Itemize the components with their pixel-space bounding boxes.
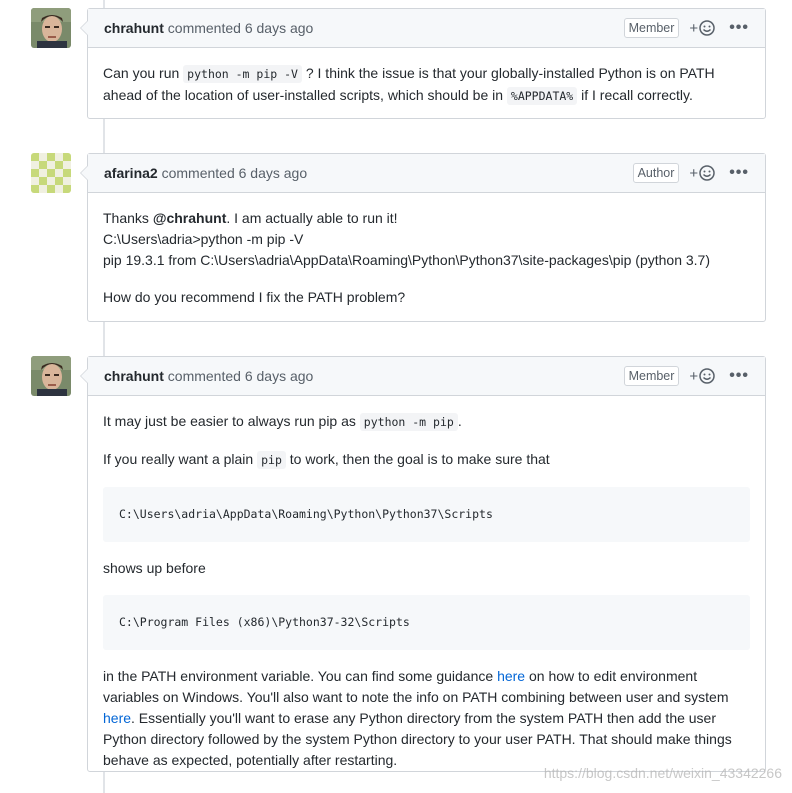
comment-body: It may just be easier to always run pip … xyxy=(88,396,765,783)
more-options-icon[interactable]: ••• xyxy=(729,164,749,182)
smiley-icon xyxy=(699,20,715,36)
code-block: C:\Users\adria\AppData\Roaming\Python\Py… xyxy=(103,487,750,542)
avatar-chrahunt[interactable] xyxy=(31,8,71,48)
inline-code: python -m pip -V xyxy=(183,65,302,83)
comment-author[interactable]: afarina2 xyxy=(104,165,158,181)
smiley-icon xyxy=(699,368,715,384)
more-options-icon[interactable]: ••• xyxy=(729,19,749,37)
comment-author[interactable]: chrahunt xyxy=(104,368,164,384)
user-mention[interactable]: @chrahunt xyxy=(153,210,227,226)
add-reaction-button[interactable]: + xyxy=(689,165,715,182)
plus-icon: + xyxy=(689,19,699,37)
guidance-link[interactable]: here xyxy=(497,668,525,684)
inline-code: python -m pip xyxy=(359,413,458,431)
comment-timestamp[interactable]: commented 6 days ago xyxy=(158,165,308,181)
inline-code: %APPDATA% xyxy=(506,87,578,105)
comment-timestamp[interactable]: commented 6 days ago xyxy=(164,368,314,384)
comment-box: afarina2 commented 6 days ago Author + •… xyxy=(80,153,766,322)
comment-header: chrahunt commented 6 days ago Member + •… xyxy=(88,9,765,48)
role-badge: Author xyxy=(632,163,680,183)
code-block: C:\Program Files (x86)\Python37-32\Scrip… xyxy=(103,595,750,650)
comment-header: chrahunt commented 6 days ago Member + •… xyxy=(88,357,765,396)
watermark: https://blog.csdn.net/weixin_43342266 xyxy=(543,765,782,781)
comment-timestamp[interactable]: commented 6 days ago xyxy=(164,20,314,36)
path-combining-link[interactable]: here xyxy=(103,710,131,726)
comment-body: Thanks @chrahunt. I am actually able to … xyxy=(103,210,710,305)
role-badge: Member xyxy=(623,18,680,38)
plus-icon: + xyxy=(689,164,699,182)
comment-box: chrahunt commented 6 days ago Member + •… xyxy=(80,8,766,119)
comment-box: chrahunt commented 6 days ago Member + •… xyxy=(80,356,766,772)
avatar-chrahunt[interactable] xyxy=(31,356,71,396)
comment-header: afarina2 commented 6 days ago Author + •… xyxy=(88,154,765,193)
comment-body: Can you run python -m pip -V ? I think t… xyxy=(103,65,715,105)
add-reaction-button[interactable]: + xyxy=(689,368,715,385)
more-options-icon[interactable]: ••• xyxy=(729,367,749,385)
comment-author[interactable]: chrahunt xyxy=(104,20,164,36)
inline-code: pip xyxy=(257,451,286,469)
role-badge: Member xyxy=(623,366,680,386)
avatar-afarina2[interactable] xyxy=(31,153,71,193)
smiley-icon xyxy=(699,165,715,181)
add-reaction-button[interactable]: + xyxy=(689,20,715,37)
plus-icon: + xyxy=(689,367,699,385)
